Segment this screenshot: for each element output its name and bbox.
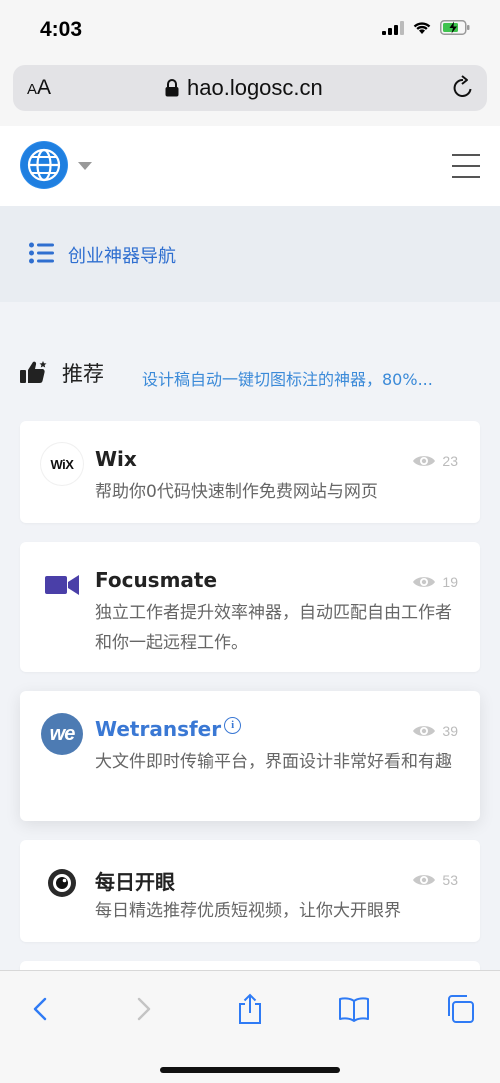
share-icon bbox=[239, 993, 261, 1024]
eye-icon bbox=[413, 726, 436, 736]
info-icon[interactable]: i bbox=[224, 717, 242, 734]
section-featured-link[interactable]: 设计稿自动一键切图标注的神器，80%... bbox=[142, 366, 433, 390]
back-button[interactable] bbox=[22, 991, 58, 1027]
wetransfer-logo: we bbox=[41, 713, 83, 755]
chevron-left-icon bbox=[33, 997, 47, 1021]
forward-button[interactable] bbox=[126, 991, 162, 1027]
status-icons bbox=[382, 20, 470, 35]
wix-logo: WiX bbox=[41, 443, 83, 485]
section-header: 推荐 设计稿自动一键切图标注的神器，80%... bbox=[0, 352, 500, 392]
eye-icon bbox=[413, 456, 436, 466]
card-description: 每日精选推荐优质短视频，让你大开眼界 bbox=[95, 901, 401, 921]
card-title[interactable]: Wetransfer i bbox=[95, 717, 242, 742]
signal-icon bbox=[382, 20, 404, 35]
tabs-button[interactable] bbox=[442, 991, 478, 1027]
share-button[interactable] bbox=[232, 991, 268, 1027]
thumbs-up-icon bbox=[20, 361, 47, 383]
status-bar: 4:03 bbox=[0, 0, 500, 60]
eyepetizer-logo bbox=[41, 862, 83, 904]
tool-card-wix[interactable]: WiX Wix 23 帮助你0代码快速制作免费网站与网页 bbox=[20, 421, 480, 523]
address-bar[interactable]: AA hao.logosc.cn bbox=[13, 65, 487, 111]
view-count: 53 bbox=[412, 872, 458, 888]
card-description: 大文件即时传输平台，界面设计非常好看和有趣 bbox=[95, 752, 452, 772]
url-display[interactable]: hao.logosc.cn bbox=[165, 75, 323, 101]
site-logo[interactable] bbox=[20, 141, 68, 189]
battery-charging-icon bbox=[440, 20, 470, 35]
browser-toolbar bbox=[0, 970, 500, 1083]
chevron-right-icon bbox=[137, 997, 151, 1021]
category-nav[interactable]: 创业神器导航 bbox=[0, 206, 500, 302]
list-icon bbox=[29, 242, 54, 264]
tool-card-eyepetizer[interactable]: 每日开眼 53 每日精选推荐优质短视频，让你大开眼界 bbox=[20, 840, 480, 942]
section-title: 推荐 bbox=[62, 362, 104, 386]
eye-icon bbox=[413, 577, 436, 587]
address-bar-container: AA hao.logosc.cn bbox=[0, 60, 500, 127]
site-header bbox=[0, 126, 500, 206]
view-count: 39 bbox=[412, 723, 458, 739]
lock-icon bbox=[165, 79, 179, 97]
card-description: 独立工作者提升效率神器，自动匹配自由工作者和你一起远程工作。 bbox=[95, 603, 452, 653]
video-camera-icon bbox=[45, 575, 79, 595]
category-nav-label: 创业神器导航 bbox=[68, 246, 176, 267]
status-time: 4:03 bbox=[40, 18, 83, 41]
eye-icon bbox=[413, 875, 436, 885]
text-size-button[interactable]: AA bbox=[27, 76, 51, 100]
reload-icon[interactable] bbox=[451, 75, 475, 101]
card-title[interactable]: 每日开眼 bbox=[95, 866, 175, 895]
book-icon bbox=[339, 997, 369, 1022]
globe-icon bbox=[21, 142, 67, 188]
tool-card-focusmate[interactable]: Focusmate 19 独立工作者提升效率神器，自动匹配自由工作者和你一起远程… bbox=[20, 542, 480, 672]
card-title[interactable]: Wix bbox=[95, 447, 137, 471]
wifi-icon bbox=[413, 22, 431, 34]
tool-card-wetransfer[interactable]: we Wetransfer i 39 大文件即时传输平台，界面设计非常好看和有趣 bbox=[20, 691, 480, 821]
chevron-down-icon[interactable] bbox=[78, 162, 92, 170]
bookmarks-button[interactable] bbox=[336, 991, 372, 1027]
view-count: 23 bbox=[412, 453, 458, 469]
card-title[interactable]: Focusmate bbox=[95, 568, 217, 592]
hamburger-menu-icon[interactable] bbox=[452, 154, 480, 187]
view-count: 19 bbox=[412, 574, 458, 590]
card-description: 帮助你0代码快速制作免费网站与网页 bbox=[95, 482, 378, 502]
tabs-icon bbox=[448, 995, 474, 1023]
home-indicator bbox=[160, 1067, 340, 1073]
eye-logo-icon bbox=[48, 869, 76, 897]
focusmate-logo bbox=[41, 564, 83, 606]
url-text: hao.logosc.cn bbox=[187, 75, 323, 100]
